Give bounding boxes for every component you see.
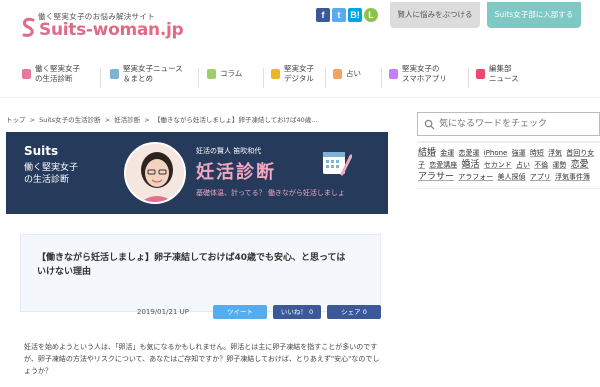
- nav-divider: [198, 68, 199, 88]
- nav-item-label: 編集部 ニュース: [489, 64, 519, 83]
- nav-item-editorial[interactable]: 編集部 ニュース: [476, 64, 519, 84]
- nav-divider: [381, 68, 382, 88]
- article-body: 妊活を始めようという人は、「卵活」も気になるかもしれません。卵活とは主に卵子凍結…: [24, 343, 380, 375]
- tag-link[interactable]: 美人探偵: [497, 173, 525, 181]
- tag-cloud: 結婚 金運 恋愛運 iPhone 強運 時短 浮気 首回り女子 恋愛講座 婚活 …: [418, 147, 598, 183]
- share-button[interactable]: シェア 0: [327, 305, 381, 319]
- tag-link[interactable]: 運勢: [552, 161, 566, 169]
- nav-item-diagnosis[interactable]: 働く堅実女子 の生活診断: [22, 64, 80, 84]
- tag-link[interactable]: 恋愛: [571, 160, 589, 170]
- diagnosis-banner[interactable]: Suits 働く堅実女子 の生活診断 妊活の賢人 笛吹和代 妊活診断 基礎体温、…: [6, 132, 388, 214]
- breadcrumb-separator: >: [144, 116, 150, 124]
- tweet-button[interactable]: ツイート: [213, 305, 267, 319]
- calendar-thermometer-icon: [323, 152, 352, 176]
- breadcrumb-ninkatsu[interactable]: 妊活診断: [114, 116, 140, 124]
- tag-link[interactable]: アラフォー: [458, 173, 493, 181]
- nav-divider: [325, 68, 326, 88]
- search-input[interactable]: [439, 117, 589, 131]
- article-title-box: 【働きながら妊活しましょ】卵子凍結しておけば40歳でも安心、と思っては いけない…: [20, 234, 381, 312]
- breadcrumb-current: 【働きながら妊活しましょ】卵子凍結しておけば40歳...: [153, 116, 318, 124]
- breadcrumb: トップ > Suits女子の生活診断 > 妊活診断 > 【働きながら妊活しましょ…: [6, 114, 319, 124]
- twitter-icon[interactable]: t: [332, 8, 346, 22]
- search-icon[interactable]: [424, 119, 435, 130]
- nav-item-label: 占い: [346, 69, 361, 78]
- nav-divider: [263, 68, 264, 88]
- breadcrumb-separator: >: [104, 116, 111, 124]
- join-club-button[interactable]: Suits女子部に入部する: [487, 2, 581, 28]
- nav-item-digital[interactable]: 堅実女子 デジタル: [271, 64, 314, 84]
- nav-item-fortune[interactable]: 占い: [333, 69, 361, 79]
- tag-link[interactable]: アラサー: [418, 172, 454, 182]
- sidebar-empty-area: [417, 188, 600, 387]
- banner-brand-block: Suits 働く堅実女子 の生活診断: [24, 144, 78, 186]
- banner-subtitle-line1: 働く堅実女子: [24, 163, 79, 173]
- editorial-icon: [476, 69, 485, 79]
- tag-link[interactable]: 婚活: [461, 160, 479, 170]
- banner-question: 基礎体温、計ってる？ 働きながら妊活しましょ: [196, 189, 345, 197]
- nav-item-label: 堅実女子 デジタル: [284, 64, 314, 83]
- tag-link[interactable]: 金運: [440, 149, 454, 157]
- tag-link[interactable]: 恋愛運: [458, 149, 479, 157]
- hatena-icon[interactable]: B!: [348, 8, 362, 22]
- tag-link[interactable]: 不倫: [534, 161, 548, 169]
- breadcrumb-diagnosis[interactable]: Suits女子の生活診断: [39, 116, 101, 124]
- digital-icon: [271, 69, 280, 79]
- article-date: 2019/01/21 UP: [137, 308, 189, 316]
- facebook-icon[interactable]: f: [316, 8, 330, 22]
- tag-link[interactable]: 浮気事件簿: [555, 173, 590, 181]
- tag-link[interactable]: 結婚: [418, 148, 436, 158]
- tag-link[interactable]: 占い: [516, 161, 530, 169]
- site-logo[interactable]: Suits-woman.jp: [39, 20, 184, 40]
- ask-sage-button[interactable]: 賢人に悩みをぶつける: [390, 2, 480, 28]
- tag-link[interactable]: 浮気: [548, 149, 562, 157]
- tag-link[interactable]: アプリ: [530, 173, 551, 181]
- tag-link[interactable]: セカンド: [484, 161, 512, 169]
- tag-link[interactable]: iPhone: [484, 149, 508, 157]
- nav-item-app[interactable]: 堅実女子の スマホアプリ: [389, 64, 447, 84]
- nav-item-label: 堅実女子ニュース ＆まとめ: [123, 64, 183, 83]
- logo-mark-icon: [22, 17, 35, 37]
- breadcrumb-separator: >: [29, 116, 36, 124]
- site-header: 働く堅実女子のお悩み解決サイト Suits-woman.jp f t B! L …: [0, 0, 600, 58]
- nav-item-news[interactable]: 堅実女子ニュース ＆まとめ: [110, 64, 183, 84]
- smartphone-icon: [389, 69, 398, 79]
- breadcrumb-top[interactable]: トップ: [6, 116, 26, 124]
- like-button[interactable]: いいね！ 0: [273, 305, 321, 319]
- nav-divider: [468, 68, 469, 88]
- nav-item-label: 働く堅実女子 の生活診断: [35, 64, 80, 83]
- article-title: 【働きながら妊活しましょ】卵子凍結しておけば40歳でも安心、と思っては いけない…: [37, 253, 346, 277]
- search-box: [417, 112, 600, 136]
- main-nav: 働く堅実女子 の生活診断 堅実女子ニュース ＆まとめ コラム 堅実女子 デジタル…: [0, 58, 600, 98]
- nav-divider: [100, 68, 101, 88]
- nav-item-column[interactable]: コラム: [207, 69, 242, 79]
- tag-link[interactable]: 恋愛講座: [429, 161, 457, 169]
- expert-photo: [124, 142, 186, 204]
- sidebar-divider: [417, 141, 600, 143]
- banner-subtitle: 働く堅実女子 の生活診断: [24, 162, 78, 186]
- nav-item-label: 堅実女子の スマホアプリ: [402, 64, 447, 83]
- banner-subtitle-line2: の生活診断: [24, 175, 70, 185]
- line-icon[interactable]: L: [364, 8, 378, 22]
- diagnosis-icon: [22, 69, 31, 79]
- fortune-icon: [333, 69, 342, 79]
- nav-item-label: コラム: [220, 69, 243, 78]
- news-icon: [110, 69, 119, 79]
- tag-link[interactable]: 時短: [530, 149, 544, 157]
- tag-link[interactable]: 強運: [512, 149, 526, 157]
- banner-brand: Suits: [24, 144, 59, 158]
- column-icon: [207, 69, 216, 79]
